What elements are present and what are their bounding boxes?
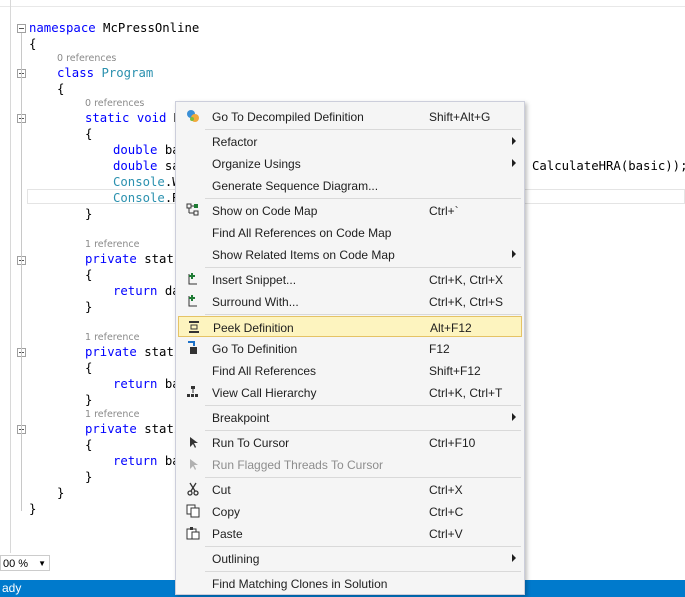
menu-separator — [205, 571, 521, 572]
menu-item-cut[interactable]: Cut Ctrl+X — [178, 479, 522, 500]
code-line: return ba — [113, 377, 180, 391]
submenu-arrow-icon — [512, 137, 516, 145]
code-line: { — [85, 438, 93, 452]
copy-icon — [186, 504, 200, 518]
status-text: ady — [2, 581, 22, 595]
submenu-arrow-icon — [512, 250, 516, 258]
gutter-divider — [10, 0, 11, 553]
menu-item-copy[interactable]: Copy Ctrl+C — [178, 501, 522, 522]
menu-item-paste[interactable]: Paste Ctrl+V — [178, 523, 522, 544]
menu-item-outlining[interactable]: Outlining — [178, 548, 522, 569]
codelens-references[interactable]: 1 reference — [85, 332, 139, 343]
code-line: } — [85, 470, 93, 484]
menu-item-find-all-references[interactable]: Find All References Shift+F12 — [178, 360, 522, 381]
code-line: { — [85, 268, 93, 282]
menu-item-refactor[interactable]: Refactor — [178, 131, 522, 152]
code-line: double ba — [113, 143, 180, 157]
menu-item-organize-usings[interactable]: Organize Usings — [178, 153, 522, 174]
menu-item-insert-snippet[interactable]: Insert Snippet... Ctrl+K, Ctrl+X — [178, 269, 522, 290]
submenu-arrow-icon — [512, 413, 516, 421]
code-line: Console.R — [113, 191, 180, 205]
code-line: { — [85, 361, 93, 375]
run-to-cursor-icon — [186, 435, 200, 449]
menu-item-breakpoint[interactable]: Breakpoint — [178, 407, 522, 428]
codelens-references[interactable]: 1 reference — [85, 409, 139, 420]
codelens-references[interactable]: 1 reference — [85, 239, 139, 250]
code-line: double sa — [113, 159, 180, 173]
code-line: } — [29, 502, 37, 516]
submenu-arrow-icon — [512, 159, 516, 167]
menu-separator — [205, 129, 521, 130]
menu-separator — [205, 477, 521, 478]
code-line: { — [29, 37, 37, 51]
context-menu: Go To Decompiled Definition Shift+Alt+G … — [175, 101, 525, 595]
call-hierarchy-icon — [186, 385, 200, 399]
paste-icon — [186, 526, 200, 540]
code-line: static void M — [85, 111, 182, 125]
fold-toggle-namespace[interactable] — [17, 24, 26, 33]
menu-item-go-to-decompiled-definition[interactable]: Go To Decompiled Definition Shift+Alt+G — [178, 106, 522, 127]
menu-item-peek-definition[interactable]: Peek Definition Alt+F12 — [178, 316, 522, 337]
code-line: { — [57, 82, 65, 96]
go-to-definition-icon — [186, 341, 200, 355]
menu-item-run-to-cursor[interactable]: Run To Cursor Ctrl+F10 — [178, 432, 522, 453]
menu-item-generate-sequence-diagram[interactable]: Generate Sequence Diagram... — [178, 175, 522, 196]
code-line: private stati — [85, 422, 182, 436]
code-line: } — [57, 486, 65, 500]
code-line: return ba — [113, 454, 180, 468]
outline-guide — [21, 33, 22, 511]
menu-item-run-flagged-threads-to-cursor[interactable]: Run Flagged Threads To Cursor — [178, 454, 522, 475]
code-line: } — [85, 300, 93, 314]
code-line: return da — [113, 284, 180, 298]
menu-separator — [205, 314, 521, 315]
peek-definition-icon — [187, 320, 201, 334]
menu-item-show-on-code-map[interactable]: Show on Code Map Ctrl+` — [178, 200, 522, 221]
menu-separator — [205, 198, 521, 199]
code-line: namespace McPressOnline — [29, 21, 200, 35]
menu-item-find-matching-clones[interactable]: Find Matching Clones in Solution — [178, 573, 522, 594]
menu-item-go-to-definition[interactable]: Go To Definition F12 — [178, 338, 522, 359]
menu-item-view-call-hierarchy[interactable]: View Call Hierarchy Ctrl+K, Ctrl+T — [178, 382, 522, 403]
run-flagged-threads-icon — [186, 457, 200, 471]
decompile-icon — [186, 109, 200, 123]
zoom-dropdown[interactable]: 00 % ▼ — [0, 555, 50, 571]
code-line-tail: CalculateHRA(basic)); — [532, 159, 685, 173]
codelens-references[interactable]: 0 references — [57, 53, 116, 64]
submenu-arrow-icon — [512, 554, 516, 562]
menu-item-show-related-items-on-code-map[interactable]: Show Related Items on Code Map — [178, 244, 522, 265]
menu-item-find-all-references-on-code-map[interactable]: Find All References on Code Map — [178, 222, 522, 243]
menu-separator — [205, 267, 521, 268]
code-line: private stati — [85, 345, 182, 359]
code-line: private stati — [85, 252, 182, 266]
zoom-value: 00 % — [3, 558, 29, 570]
menu-item-surround-with[interactable]: Surround With... Ctrl+K, Ctrl+S — [178, 291, 522, 312]
menu-separator — [205, 405, 521, 406]
code-line: { — [85, 127, 93, 141]
surround-with-icon — [186, 294, 200, 308]
codelens-references[interactable]: 0 references — [85, 98, 144, 109]
insert-snippet-icon — [186, 272, 200, 286]
code-line: } — [85, 207, 93, 221]
code-line: } — [85, 393, 93, 407]
menu-separator — [205, 430, 521, 431]
code-line: class Program — [57, 66, 154, 80]
cut-icon — [186, 482, 200, 496]
code-line: Console.W — [113, 175, 180, 189]
chevron-down-icon: ▼ — [38, 559, 46, 568]
menu-separator — [205, 546, 521, 547]
code-map-icon — [186, 203, 200, 217]
editor-top-edge — [0, 0, 685, 7]
